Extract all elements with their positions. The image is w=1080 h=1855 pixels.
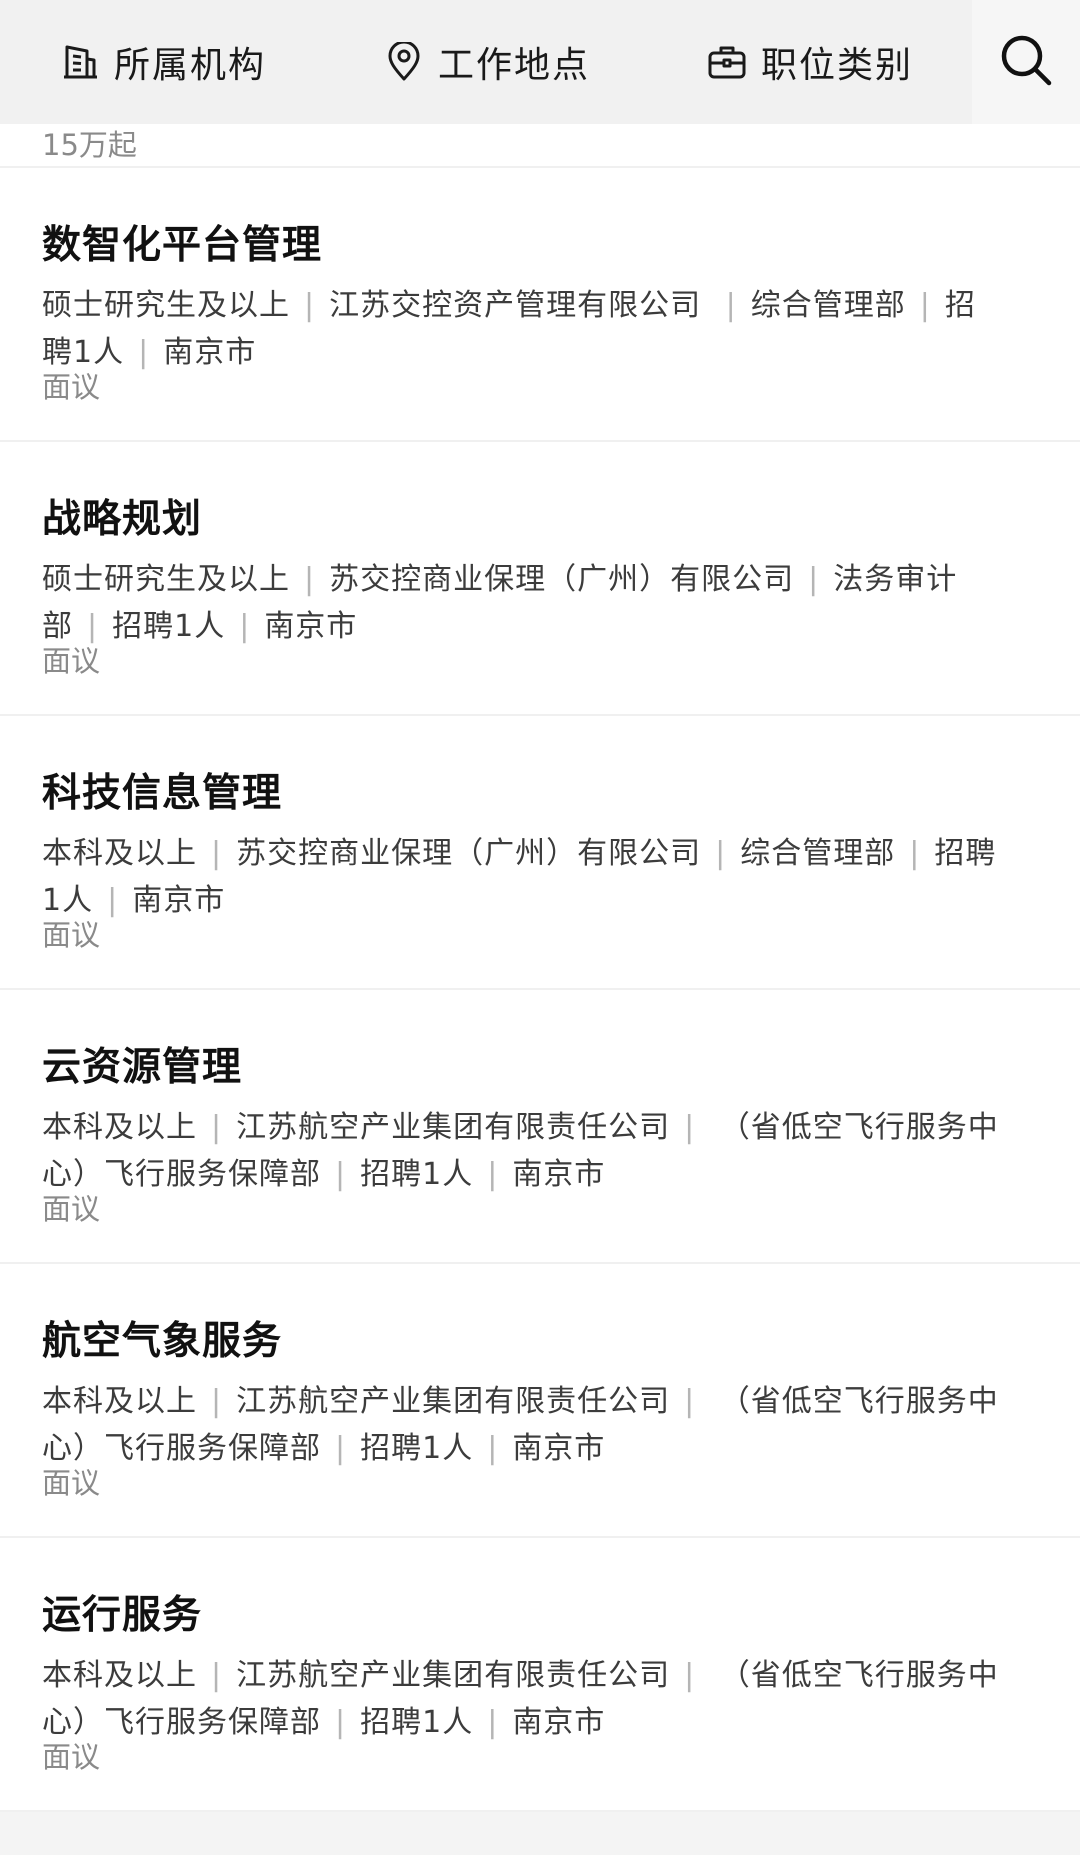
job-title: 航空气象服务 [42, 1319, 283, 1364]
job-salary: 面议 [42, 918, 101, 952]
job-title: 运行服务 [42, 1593, 203, 1638]
job-salary: 面议 [42, 370, 101, 404]
filter-category-label: 职位类别 [761, 45, 914, 86]
meta-separator: | [239, 609, 251, 644]
search-button[interactable] [972, 0, 1080, 124]
job-meta-tag: 江苏交控资产管理有限公司 [329, 288, 712, 323]
meta-separator: | [725, 288, 737, 323]
job-item[interactable]: 战略规划 硕士研究生及以上 | 苏交控商业保理（广州）有限公司 | 法务审计部 | 招聘1人 |… [0, 442, 1080, 716]
meta-separator: | [919, 288, 931, 323]
job-meta-tag: 本科及以上 [42, 1384, 197, 1419]
job-meta-tag: 本科及以上 [42, 836, 197, 871]
job-item[interactable]: 数智化平台管理 硕士研究生及以上 | 江苏交控资产管理有限公司 | 综合管理部 | 招聘1人… [0, 168, 1080, 442]
meta-separator: | [211, 1110, 223, 1145]
job-meta-tag: 南京市 [132, 883, 226, 918]
job-item[interactable]: 运行服务 本科及以上 | 江苏航空产业集团有限责任公司 | （省低空飞行服务中心）飞行服… [0, 1538, 1080, 1812]
meta-separator: | [487, 1431, 499, 1466]
jobs-container: 数智化平台管理硕士研究生及以上 | 江苏交控资产管理有限公司 | 综合管理部 | 招聘1人… [0, 168, 1080, 1812]
job-meta: 硕士研究生及以上 | 苏交控商业保理（广州）有限公司 | 法务审计部 | 招聘1人 | 南京市 [42, 556, 1002, 650]
job-meta-tag: 招聘1人 [360, 1431, 474, 1466]
meta-separator: | [304, 562, 316, 597]
job-salary: 面议 [42, 644, 101, 678]
job-meta-tag: 苏交控商业保理（广州）有限公司 [329, 562, 795, 597]
job-meta: 本科及以上 | 江苏航空产业集团有限责任公司 | （省低空飞行服务中心）飞行服务保障部… [42, 1378, 1002, 1472]
bottom-band [0, 1812, 1080, 1855]
job-item[interactable]: 航空气象服务 本科及以上 | 江苏航空产业集团有限责任公司 | （省低空飞行服务中心）飞… [0, 1264, 1080, 1538]
job-title: 科技信息管理 [42, 771, 283, 816]
job-meta-tag: 本科及以上 [42, 1110, 197, 1145]
meta-separator: | [335, 1157, 347, 1192]
job-meta-tag: 招聘1人 [360, 1157, 474, 1192]
job-meta: 本科及以上 | 江苏航空产业集团有限责任公司 | （省低空飞行服务中心）飞行服务保障部… [42, 1652, 1002, 1746]
meta-separator: | [684, 1110, 696, 1145]
job-meta-tag: 招聘1人 [112, 609, 226, 644]
job-item[interactable]: 云资源管理 本科及以上 | 江苏航空产业集团有限责任公司 | （省低空飞行服务中心）飞行… [0, 990, 1080, 1264]
filter-location[interactable]: 工作地点 [384, 0, 590, 124]
job-title: 云资源管理 [42, 1045, 243, 1090]
job-meta-tag: 本科及以上 [42, 1658, 197, 1693]
job-meta-tag: 南京市 [512, 1431, 606, 1466]
job-meta-tag: 苏交控商业保理（广州）有限公司 [236, 836, 702, 871]
building-icon [60, 42, 100, 82]
job-meta: 本科及以上 | 苏交控商业保理（广州）有限公司 | 综合管理部 | 招聘1人 | 南京市 [42, 830, 1002, 924]
filter-location-label: 工作地点 [438, 45, 591, 86]
job-meta-tag: 江苏航空产业集团有限责任公司 [236, 1384, 671, 1419]
job-meta-tag: 南京市 [163, 335, 257, 370]
meta-separator: | [715, 836, 727, 871]
job-meta-tag: 招聘1人 [360, 1705, 474, 1740]
meta-separator: | [211, 1384, 223, 1419]
meta-separator: | [138, 335, 150, 370]
meta-separator: | [335, 1431, 347, 1466]
meta-separator: | [909, 836, 921, 871]
meta-separator: | [107, 883, 119, 918]
job-item[interactable]: 科技信息管理 本科及以上 | 苏交控商业保理（广州）有限公司 | 综合管理部 | 招聘1人 | 南… [0, 716, 1080, 990]
job-salary: 面议 [42, 1466, 101, 1500]
meta-separator: | [487, 1705, 499, 1740]
job-item-partial[interactable]: 15万起 [0, 124, 1080, 168]
job-meta-tag: 南京市 [264, 609, 358, 644]
filter-organization[interactable]: 所属机构 [60, 0, 266, 124]
job-meta-tag: 江苏航空产业集团有限责任公司 [236, 1110, 671, 1145]
job-salary: 面议 [42, 1740, 101, 1774]
job-meta-tag: 南京市 [512, 1705, 606, 1740]
job-meta-tag: 综合管理部 [740, 836, 896, 871]
job-salary: 面议 [42, 1192, 101, 1226]
meta-separator: | [808, 562, 820, 597]
meta-separator: | [211, 1658, 223, 1693]
job-meta-tag: 硕士研究生及以上 [42, 562, 290, 597]
search-icon [998, 32, 1054, 92]
filter-bar: 所属机构 工作地点 职位类别 [0, 0, 1080, 124]
job-meta: 本科及以上 | 江苏航空产业集团有限责任公司 | （省低空飞行服务中心）飞行服务保障部… [42, 1104, 1002, 1198]
meta-separator: | [304, 288, 316, 323]
location-pin-icon [384, 42, 424, 82]
meta-separator: | [684, 1658, 696, 1693]
job-meta: 硕士研究生及以上 | 江苏交控资产管理有限公司 | 综合管理部 | 招聘1人 | 南京市 [42, 282, 1002, 376]
job-title: 战略规划 [42, 497, 203, 542]
meta-separator: | [487, 1157, 499, 1192]
filter-organization-label: 所属机构 [114, 45, 267, 86]
filter-category[interactable]: 职位类别 [707, 0, 913, 124]
job-meta-tag: 江苏航空产业集团有限责任公司 [236, 1658, 671, 1693]
job-list: 15万起 数智化平台管理硕士研究生及以上 | 江苏交控资产管理有限公司 | 综合管理部… [0, 124, 1080, 1812]
job-title: 数智化平台管理 [42, 223, 323, 268]
job-meta-tag: 硕士研究生及以上 [42, 288, 290, 323]
job-meta-tag: 南京市 [512, 1157, 606, 1192]
meta-separator: | [335, 1705, 347, 1740]
meta-separator: | [211, 836, 223, 871]
job-meta-tag: 综合管理部 [750, 288, 906, 323]
briefcase-icon [707, 42, 747, 82]
job-salary: 15万起 [42, 128, 137, 162]
meta-separator: | [684, 1384, 696, 1419]
